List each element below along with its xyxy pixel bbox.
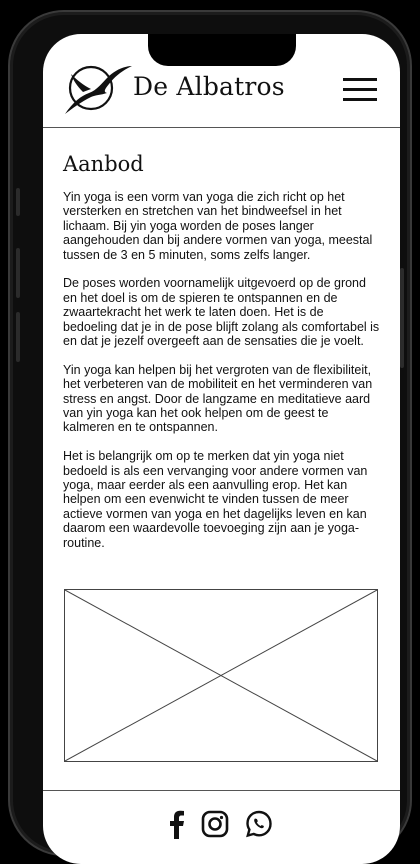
volume-down-button — [16, 312, 20, 362]
instagram-icon[interactable] — [201, 809, 229, 839]
volume-up-button — [16, 248, 20, 298]
image-placeholder — [64, 589, 378, 762]
page-title: Aanbod — [63, 152, 144, 176]
brand-name[interactable]: De Albatros — [133, 72, 285, 101]
notch — [148, 34, 296, 66]
facebook-icon[interactable] — [163, 809, 191, 839]
phone-frame: De Albatros Aanbod Yin yoga is een vorm … — [8, 10, 412, 864]
paragraph: De poses worden voornamelijk uitgevoerd … — [63, 276, 380, 349]
menu-bar — [343, 98, 377, 101]
menu-bar — [343, 88, 377, 91]
albatross-logo-icon[interactable] — [63, 62, 133, 118]
whatsapp-icon[interactable] — [245, 809, 273, 839]
paragraph: Yin yoga kan helpen bij het vergroten va… — [63, 362, 373, 435]
social-links — [163, 809, 283, 839]
menu-bar — [343, 78, 377, 81]
power-button — [400, 268, 404, 368]
hamburger-menu-icon[interactable] — [343, 76, 377, 102]
paragraph: Yin yoga is een vorm van yoga die zich r… — [63, 190, 373, 262]
main-content: Aanbod Yin yoga is een vorm van yoga die… — [63, 152, 381, 565]
site-footer — [43, 790, 400, 864]
paragraph: Het is belangrijk om op te merken dat yi… — [63, 449, 368, 550]
mute-switch — [16, 188, 20, 216]
phone-screen: De Albatros Aanbod Yin yoga is een vorm … — [43, 34, 400, 864]
